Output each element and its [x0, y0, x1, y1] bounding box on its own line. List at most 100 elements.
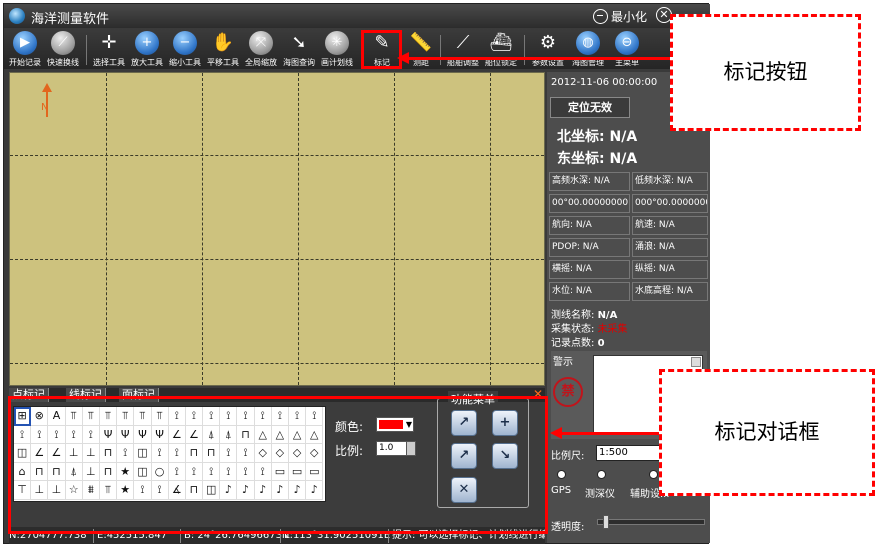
- zoom-out-button[interactable]: − 缩小工具: [166, 30, 204, 68]
- symbol-cell[interactable]: Ψ: [117, 425, 135, 445]
- symbol-cell[interactable]: ⟟: [134, 481, 152, 500]
- symbol-cell[interactable]: ○: [151, 462, 169, 482]
- symbol-cell[interactable]: ⟟: [48, 425, 66, 445]
- ship-lock-button[interactable]: ⛴ 船位锁定: [482, 30, 520, 68]
- symbol-cell[interactable]: ⫪: [82, 407, 100, 426]
- symbol-cell[interactable]: ⊓: [99, 444, 118, 463]
- symbol-cell[interactable]: ♪: [289, 481, 307, 500]
- symbol-cell[interactable]: ▭: [289, 462, 307, 482]
- symbol-cell[interactable]: ⟟: [237, 462, 255, 482]
- chart-query-button[interactable]: ➘ 海图查询: [280, 30, 318, 68]
- mark-button[interactable]: ✎ 标记: [363, 30, 401, 68]
- symbol-cell[interactable]: ⟟: [220, 407, 238, 426]
- symbol-cell[interactable]: ⊥: [48, 481, 66, 500]
- symbol-cell[interactable]: ⟟: [220, 462, 238, 482]
- symbol-cell[interactable]: ⊗: [31, 407, 49, 426]
- symbol-cell[interactable]: Ψ: [151, 425, 169, 445]
- symbol-cell[interactable]: ⊓: [185, 444, 204, 463]
- symbol-cell[interactable]: ♪: [306, 481, 324, 500]
- symbol-cell[interactable]: ⟟: [203, 407, 221, 426]
- symbol-cell[interactable]: ★: [117, 481, 135, 500]
- ratio-spinner[interactable]: [406, 441, 416, 456]
- symbol-cell[interactable]: ⊥: [82, 462, 100, 482]
- symbol-cell[interactable]: ⊥: [65, 444, 83, 463]
- symbol-cell[interactable]: ⟟: [31, 425, 49, 445]
- symbol-cell[interactable]: ⟟: [254, 407, 272, 426]
- opacity-slider[interactable]: [597, 515, 705, 529]
- move-point-button[interactable]: ↘: [492, 443, 518, 469]
- symbol-cell[interactable]: △: [271, 425, 289, 445]
- symbol-cell[interactable]: ⩩: [82, 481, 100, 500]
- dialog-close-button[interactable]: ✕: [533, 388, 543, 401]
- symbol-cell[interactable]: ◫: [134, 462, 152, 482]
- chart-management-button[interactable]: ◍ 海图管理: [568, 30, 608, 68]
- symbol-cell[interactable]: ⟟: [168, 462, 186, 482]
- symbol-cell[interactable]: ◇: [306, 444, 324, 463]
- symbol-cell[interactable]: ⊓: [31, 462, 49, 482]
- symbol-cell[interactable]: ⟟: [306, 407, 324, 426]
- symbol-cell[interactable]: ⟟: [237, 444, 255, 463]
- symbol-cell[interactable]: ⟟: [151, 481, 169, 500]
- symbol-cell[interactable]: ◫: [14, 444, 32, 463]
- symbol-cell[interactable]: ◫: [203, 481, 221, 500]
- symbol-cell[interactable]: ⍋: [203, 425, 221, 445]
- start-record-button[interactable]: ▶ 开始记录: [6, 30, 44, 68]
- symbol-cell[interactable]: ⍋: [220, 425, 238, 445]
- zoom-in-button[interactable]: + 放大工具: [128, 30, 166, 68]
- symbol-cell[interactable]: ⟟: [220, 444, 238, 463]
- symbol-cell[interactable]: ⊓: [237, 425, 255, 445]
- symbol-cell[interactable]: ⟟: [237, 407, 255, 426]
- symbol-cell[interactable]: ◫: [134, 444, 152, 463]
- symbol-cell[interactable]: ⟟: [271, 407, 289, 426]
- symbol-cell[interactable]: ⊓: [185, 481, 204, 500]
- add-point-button[interactable]: ↗: [451, 410, 477, 436]
- symbol-cell[interactable]: ▭: [271, 462, 289, 482]
- quick-switch-line-button[interactable]: ⟋ 快速换线: [44, 30, 82, 68]
- ship-adjust-button[interactable]: ⟋ 船舶调整: [444, 30, 482, 68]
- symbol-cell[interactable]: ⊤: [14, 481, 32, 500]
- full-extent-button[interactable]: ⤧ 全局缩放: [242, 30, 280, 68]
- symbol-cell[interactable]: Ψ: [99, 425, 118, 445]
- symbol-cell[interactable]: ⫪: [117, 407, 135, 426]
- tab-point-mark[interactable]: 点标记: [9, 388, 49, 402]
- symbol-cell[interactable]: ⫪: [99, 407, 118, 426]
- symbol-cell[interactable]: △: [254, 425, 272, 445]
- select-tool-button[interactable]: ✛ 选择工具: [90, 30, 128, 68]
- symbol-cell[interactable]: ⌂: [14, 462, 32, 482]
- symbol-cell[interactable]: ⟟: [65, 425, 83, 445]
- main-menu-button[interactable]: ⊖ 主菜单: [608, 30, 646, 68]
- symbol-cell[interactable]: ♪: [220, 481, 238, 500]
- symbol-cell[interactable]: ♪: [254, 481, 272, 500]
- symbol-cell[interactable]: ⊓: [48, 462, 66, 482]
- symbol-cell[interactable]: ◇: [254, 444, 272, 463]
- symbol-cell[interactable]: ⟟: [185, 462, 204, 482]
- symbol-cell[interactable]: ♪: [271, 481, 289, 500]
- symbol-cell[interactable]: ⊥: [31, 481, 49, 500]
- minimize-button[interactable]: 最小化: [593, 7, 647, 25]
- depth-sounder-radio[interactable]: [597, 470, 606, 479]
- symbol-cell[interactable]: ⍋: [65, 462, 83, 482]
- delete-button[interactable]: ✕: [451, 477, 477, 503]
- symbol-cell[interactable]: ⊥: [82, 444, 100, 463]
- symbol-cell[interactable]: ⊓: [99, 462, 118, 482]
- auxiliary-device-radio[interactable]: [649, 470, 658, 479]
- symbol-cell[interactable]: ∠: [31, 444, 49, 463]
- measure-distance-button[interactable]: 📏 测距: [404, 30, 438, 68]
- symbol-cell[interactable]: ⟟: [168, 407, 186, 426]
- symbol-cell[interactable]: ⫪: [134, 407, 152, 426]
- symbol-cell[interactable]: Ψ: [134, 425, 152, 445]
- color-select[interactable]: ▼: [376, 417, 414, 432]
- tab-area-mark[interactable]: 面标记: [119, 388, 159, 402]
- symbol-cell[interactable]: ◇: [271, 444, 289, 463]
- symbol-cell[interactable]: ⟟: [254, 462, 272, 482]
- symbol-cell[interactable]: ⟟: [168, 444, 186, 463]
- pan-tool-button[interactable]: ✋ 平移工具: [204, 30, 242, 68]
- symbol-cell[interactable]: ⊓: [203, 444, 221, 463]
- symbol-cell[interactable]: ∠: [168, 425, 186, 445]
- symbol-cell[interactable]: ◇: [289, 444, 307, 463]
- symbol-cell[interactable]: ⟟: [203, 462, 221, 482]
- symbol-cell[interactable]: ⟟: [185, 407, 204, 426]
- symbol-cell[interactable]: ⟟: [151, 444, 169, 463]
- scale-input[interactable]: 1:500: [596, 445, 666, 461]
- symbol-cell[interactable]: ∠: [48, 444, 66, 463]
